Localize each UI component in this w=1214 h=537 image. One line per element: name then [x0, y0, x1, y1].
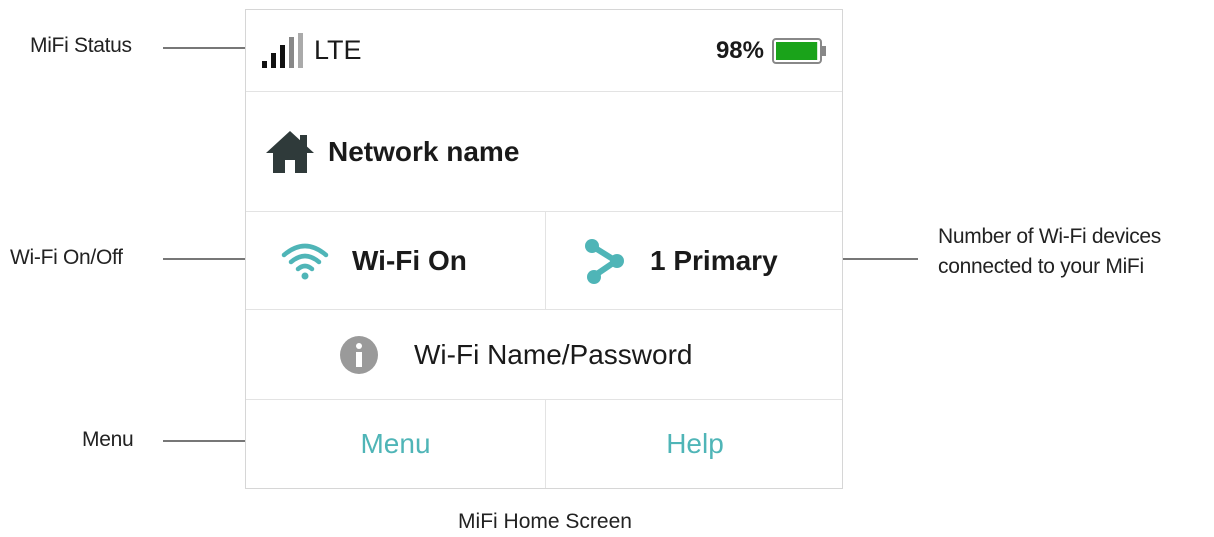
mifi-home-screen: LTE 98% Network name Wi-Fi On 1 Primary … [245, 9, 843, 489]
figure-caption: MiFi Home Screen [458, 510, 632, 533]
wifi-password-label: Wi-Fi Name/Password [414, 338, 693, 370]
wifi-status-label: Wi-Fi On [352, 244, 467, 276]
callout-mifi-status: MiFi Status [30, 34, 132, 57]
status-bar: LTE 98% [246, 10, 842, 92]
menu-bar: Menu Help [246, 400, 842, 488]
callout-wifi-onoff: Wi-Fi On/Off [10, 246, 123, 269]
wifi-toggle[interactable]: Wi-Fi On [246, 212, 546, 309]
home-icon [264, 129, 316, 175]
menu-button-label: Menu [360, 428, 431, 459]
signal-strength-icon [260, 31, 306, 71]
battery-percent-label: 98% [715, 36, 764, 64]
callout-devices: Number of Wi-Fi devices connected to you… [938, 222, 1161, 282]
connected-devices[interactable]: 1 Primary [546, 212, 844, 309]
wifi-row: Wi-Fi On 1 Primary [246, 212, 842, 310]
callout-devices-line2: connected to your MiFi [938, 255, 1144, 278]
help-button[interactable]: Help [546, 400, 844, 488]
wifi-password-row[interactable]: Wi-Fi Name/Password [246, 310, 842, 400]
devices-count-label: 1 Primary [650, 244, 778, 276]
wifi-icon [280, 241, 330, 281]
network-name-label: Network name [328, 135, 520, 167]
battery-icon [772, 37, 828, 65]
callout-menu: Menu [82, 428, 134, 451]
network-type-label: LTE [314, 35, 362, 65]
info-icon [338, 334, 380, 376]
network-name-row[interactable]: Network name [246, 92, 842, 212]
callout-devices-line1: Number of Wi-Fi devices [938, 225, 1161, 248]
help-button-label: Help [666, 428, 724, 459]
share-icon [582, 237, 628, 285]
menu-button[interactable]: Menu [246, 400, 546, 488]
